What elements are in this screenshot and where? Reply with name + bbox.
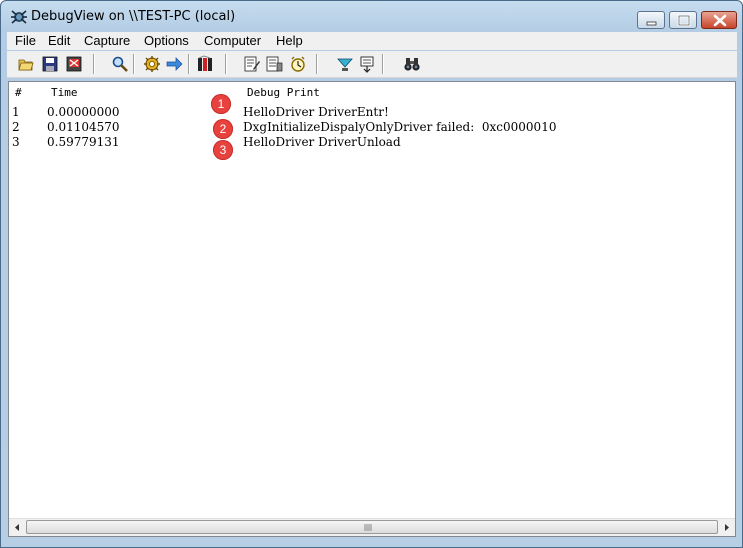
history-icon[interactable]	[196, 55, 214, 73]
save-icon[interactable]	[41, 55, 59, 73]
toolbar-separator	[225, 54, 227, 74]
debug-output-list[interactable]: # Time Debug Print 1 0.00000000 HelloDri…	[8, 81, 736, 537]
horizontal-scrollbar[interactable]	[9, 518, 735, 536]
autoscroll-icon[interactable]	[165, 55, 183, 73]
window-title: DebugView on \\TEST-PC (local)	[31, 9, 236, 24]
find-icon[interactable]	[111, 55, 129, 73]
capture-kernel-icon[interactable]	[336, 55, 354, 73]
title-bar[interactable]: DebugView on \\TEST-PC (local)	[1, 1, 742, 33]
column-header-debug-print[interactable]: Debug Print	[247, 86, 320, 99]
toolbar-separator	[382, 54, 384, 74]
scroll-left-arrow-icon[interactable]	[9, 519, 26, 536]
table-row[interactable]: 2 0.01104570 DxgInitializeDispalyOnlyDri…	[9, 120, 735, 135]
pass-through-icon[interactable]	[358, 55, 376, 73]
row-number: 2	[12, 120, 20, 134]
menu-edit[interactable]: Edit	[48, 33, 70, 48]
maximize-button[interactable]	[669, 11, 697, 29]
toolbar-separator	[188, 54, 190, 74]
clear-display-icon[interactable]	[65, 55, 83, 73]
row-debug-print: HelloDriver DriverUnload	[243, 135, 401, 149]
annotation-badge-1: 1	[211, 94, 231, 114]
scroll-right-arrow-icon[interactable]	[718, 519, 735, 536]
list-header: # Time Debug Print	[9, 82, 735, 102]
row-time: 0.00000000	[47, 105, 120, 119]
menu-computer[interactable]: Computer	[204, 33, 261, 48]
row-number: 3	[12, 135, 20, 149]
table-row[interactable]: 1 0.00000000 HelloDriver DriverEntr!	[9, 105, 735, 120]
row-debug-print: DxgInitializeDispalyOnlyDriver failed: 0…	[243, 120, 557, 134]
table-row[interactable]: 3 0.59779131 HelloDriver DriverUnload	[9, 135, 735, 150]
close-button[interactable]	[701, 11, 737, 29]
toolbar-separator	[133, 54, 135, 74]
clock-icon[interactable]	[289, 55, 307, 73]
row-time: 0.01104570	[47, 120, 120, 134]
debugview-window: DebugView on \\TEST-PC (local) File Edit…	[0, 0, 743, 548]
menu-bar: File Edit Capture Options Computer Help	[7, 32, 737, 50]
menu-capture[interactable]: Capture	[84, 33, 130, 48]
toolbar-separator	[316, 54, 318, 74]
capture-icon[interactable]	[143, 55, 161, 73]
binoculars-icon[interactable]	[403, 55, 421, 73]
debugview-app-icon	[10, 8, 28, 26]
column-header-time[interactable]: Time	[51, 86, 78, 99]
toolbar	[7, 51, 737, 78]
annotation-badge-2: 2	[213, 119, 233, 139]
row-debug-print: HelloDriver DriverEntr!	[243, 105, 389, 119]
column-header-number[interactable]: #	[15, 86, 22, 99]
open-icon[interactable]	[17, 55, 35, 73]
menu-file[interactable]: File	[15, 33, 36, 48]
menu-options[interactable]: Options	[144, 33, 189, 48]
toolbar-separator	[93, 54, 95, 74]
row-time: 0.59779131	[47, 135, 120, 149]
scrollbar-thumb[interactable]	[26, 520, 718, 534]
filter-icon[interactable]	[265, 55, 283, 73]
annotation-badge-3: 3	[213, 140, 233, 160]
row-number: 1	[12, 105, 20, 119]
highlight-icon[interactable]	[243, 55, 261, 73]
menu-help[interactable]: Help	[276, 33, 303, 48]
minimize-button[interactable]	[637, 11, 665, 29]
